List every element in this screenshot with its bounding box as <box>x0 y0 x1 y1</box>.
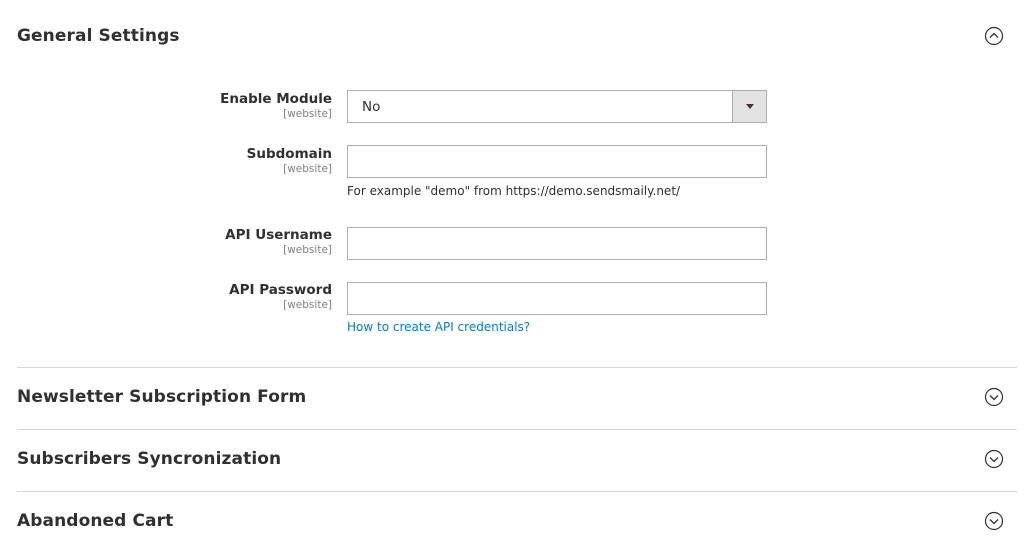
subdomain-note: For example "demo" from https://demo.sen… <box>347 184 681 198</box>
section-title: Newsletter Subscription Form <box>17 387 307 407</box>
subdomain-scope: [website] <box>283 163 332 175</box>
subdomain-input[interactable] <box>347 145 767 178</box>
enable-module-label: Enable Module <box>220 91 332 107</box>
section-divider <box>17 367 1017 368</box>
dropdown-arrow-icon[interactable] <box>732 91 766 122</box>
api-username-input[interactable] <box>347 227 767 260</box>
api-password-label: API Password <box>229 282 332 298</box>
section-subscribers-syncronization-header[interactable]: Subscribers Syncronization <box>17 449 1017 469</box>
section-title: General Settings <box>17 26 180 46</box>
section-divider <box>17 491 1017 492</box>
chevron-down-circle-icon[interactable] <box>984 511 1004 531</box>
api-username-scope: [website] <box>283 244 332 256</box>
section-divider <box>17 429 1017 430</box>
api-credentials-help-link[interactable]: How to create API credentials? <box>347 320 530 334</box>
enable-module-select[interactable]: No <box>347 90 767 123</box>
section-general-settings-header[interactable]: General Settings <box>17 26 1017 46</box>
enable-module-scope: [website] <box>283 108 332 120</box>
api-password-input[interactable] <box>347 282 767 315</box>
chevron-up-circle-icon[interactable] <box>984 26 1004 46</box>
api-username-label: API Username <box>225 227 332 243</box>
api-password-scope: [website] <box>283 299 332 311</box>
section-title: Abandoned Cart <box>17 511 174 531</box>
section-newsletter-subscription-form-header[interactable]: Newsletter Subscription Form <box>17 387 1017 407</box>
section-title: Subscribers Syncronization <box>17 449 282 469</box>
chevron-down-circle-icon[interactable] <box>984 449 1004 469</box>
section-abandoned-cart-header[interactable]: Abandoned Cart <box>17 511 1017 531</box>
chevron-down-circle-icon[interactable] <box>984 387 1004 407</box>
subdomain-label: Subdomain <box>246 146 332 162</box>
enable-module-value: No <box>362 98 381 115</box>
